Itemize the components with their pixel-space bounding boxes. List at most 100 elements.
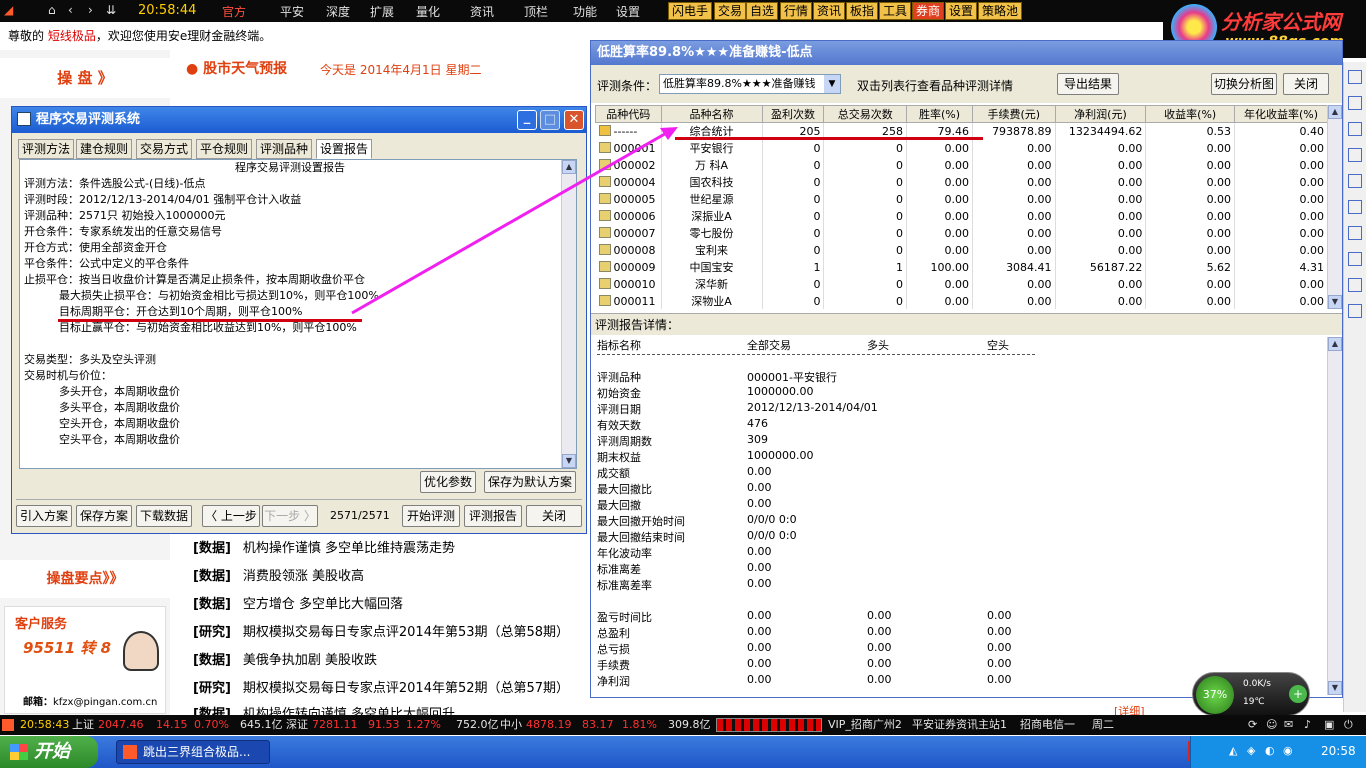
minimize-icon[interactable]: _ (517, 110, 537, 130)
taskbar-app-item[interactable]: 跳出三界组合极品... (116, 740, 270, 764)
menu-info[interactable]: 资讯 (470, 3, 494, 20)
tool-icon[interactable] (1348, 70, 1362, 84)
result-table[interactable]: 品种代码 品种名称 盈利次数 总交易次数 胜率(%) 手续费(元) 净利润(元)… (595, 105, 1328, 309)
menu-topbar[interactable]: 顶栏 (524, 3, 548, 20)
forward-icon[interactable]: › (88, 3, 93, 17)
export-button[interactable]: 导出结果 (1057, 73, 1119, 95)
news-item[interactable]: [数据] 空方增仓 多空单比大幅回落 (193, 593, 403, 612)
menu-extend[interactable]: 扩展 (370, 3, 394, 20)
col-total-trades[interactable]: 总交易次数 (823, 105, 908, 123)
tab-report-settings[interactable]: 设置报告 (316, 139, 373, 159)
save-scheme-button[interactable]: 保存方案 (76, 505, 132, 527)
result-titlebar[interactable]: 低胜算率89.8%★★★准备赚钱-低点 (591, 41, 1342, 65)
col-win-rate[interactable]: 胜率(%) (906, 105, 974, 123)
tool-icon[interactable] (1348, 200, 1362, 214)
menu-official[interactable]: 官方 (222, 3, 246, 20)
news-item[interactable]: [研究] 期权模拟交易每日专家点评2014年第52期（总第57期） (193, 677, 569, 696)
btn-watchlist[interactable]: 自选 (746, 2, 779, 20)
result-close-button[interactable]: 关闭 (1283, 73, 1329, 95)
report-scrollbar[interactable]: ▲ ▼ (561, 160, 576, 468)
btn-broker[interactable]: 券商 (912, 2, 945, 20)
tab-trade-mode[interactable]: 交易方式 (136, 139, 193, 159)
tool-icon[interactable] (1348, 122, 1362, 136)
news-item[interactable]: [数据] 美俄争执加剧 美股收跌 (193, 649, 377, 668)
tool-icon[interactable] (1348, 148, 1362, 162)
news-item[interactable]: [数据] 机构操作谨慎 多空单比维持震荡走势 (193, 537, 455, 556)
scroll-down-icon[interactable]: ▼ (562, 454, 576, 468)
col-net-profit[interactable]: 净利润(元) (1054, 105, 1147, 123)
news-item[interactable]: [研究] 期权模拟交易每日专家点评2014年第53期（总第58期） (193, 621, 569, 640)
btn-index[interactable]: 板指 (846, 2, 879, 20)
tab-eval-symbols[interactable]: 评测品种 (256, 139, 313, 159)
table-row[interactable]: 000006 深振业A 0 0 0.00 0.00 0.00 0.00 0.00 (595, 207, 1328, 225)
table-scrollbar[interactable]: ▲ ▼ (1327, 105, 1342, 309)
scroll-up-icon[interactable]: ▲ (1328, 337, 1342, 351)
tool-icon[interactable] (1348, 304, 1362, 318)
report-textarea[interactable]: 程序交易评测设置报告 评测方法：条件选股公式-(日线)-低点 评测时段：2012… (19, 159, 577, 469)
tray-input-icon[interactable]: ◉ (1283, 744, 1293, 757)
tool-icon[interactable] (1348, 278, 1362, 292)
chevron-down-icon[interactable]: ▼ (824, 75, 840, 93)
refresh-icon[interactable]: ⟳ (1248, 715, 1257, 735)
table-row[interactable]: 000004 国农科技 0 0 0.00 0.00 0.00 0.00 0.00 (595, 173, 1328, 191)
tab-close-rule[interactable]: 平仓规则 (196, 139, 253, 159)
system-monitor-widget[interactable]: 37% 0.0K/s 19℃ + (1192, 672, 1310, 716)
table-row[interactable]: 000008 宝利来 0 0 0.00 0.00 0.00 0.00 0.00 (595, 241, 1328, 259)
start-eval-button[interactable]: 开始评测 (402, 505, 460, 527)
table-row[interactable]: 000011 深物业A 0 0 0.00 0.00 0.00 0.00 0.00 (595, 292, 1328, 309)
switch-chart-button[interactable]: 切换分析图 (1211, 73, 1277, 95)
scroll-down-icon[interactable]: ▼ (1328, 295, 1342, 309)
exit-icon[interactable]: ⏻ (1344, 715, 1353, 735)
btn-strategy[interactable]: 策略池 (978, 2, 1023, 20)
app-logo-icon[interactable]: ◢ (4, 3, 13, 17)
panel-key-points[interactable]: 操盘要点》》 (0, 560, 170, 598)
menu-down-icon[interactable]: ⇊ (106, 3, 116, 17)
tray-volume-icon[interactable]: ◐ (1265, 744, 1275, 757)
btn-quote[interactable]: 行情 (780, 2, 813, 20)
tool-icon[interactable] (1348, 96, 1362, 110)
tab-open-rule[interactable]: 建仓规则 (76, 139, 133, 159)
detail-scrollbar[interactable]: ▲ ▼ (1327, 337, 1342, 695)
optimize-button[interactable]: 优化参数 (420, 471, 476, 493)
maximize-icon[interactable]: □ (540, 110, 560, 130)
download-data-button[interactable]: 下载数据 (136, 505, 192, 527)
save-default-button[interactable]: 保存为默认方案 (484, 471, 576, 493)
btn-trade[interactable]: 交易 (714, 2, 747, 20)
col-wins[interactable]: 盈利次数 (761, 105, 825, 123)
menu-settings[interactable]: 设置 (616, 3, 640, 20)
col-fee[interactable]: 手续费(元) (972, 105, 1056, 123)
back-icon[interactable]: ‹ (68, 3, 73, 17)
panel-trading[interactable]: 操 盘 》 (0, 58, 170, 98)
table-row[interactable]: 000005 世纪星源 0 0 0.00 0.00 0.00 0.00 0.00 (595, 190, 1328, 208)
btn-news[interactable]: 资讯 (813, 2, 846, 20)
menu-quant[interactable]: 量化 (416, 3, 440, 20)
plus-icon[interactable]: + (1289, 685, 1307, 703)
home-icon[interactable]: ⌂ (48, 3, 56, 17)
table-row[interactable]: 000010 深华新 0 0 0.00 0.00 0.00 0.00 0.00 (595, 275, 1328, 293)
btn-tools[interactable]: 工具 (879, 2, 912, 20)
close-button[interactable]: 关闭 (526, 505, 582, 527)
col-return[interactable]: 收益率(%) (1145, 105, 1236, 123)
col-name[interactable]: 品种名称 (660, 105, 763, 123)
btn-setup[interactable]: 设置 (945, 2, 978, 20)
tool-icon[interactable] (1348, 252, 1362, 266)
close-icon[interactable]: ✕ (564, 110, 584, 130)
lock-icon[interactable]: ▣ (1324, 715, 1334, 735)
mail-icon[interactable]: ✉ (1284, 715, 1293, 735)
menu-depth[interactable]: 深度 (326, 3, 350, 20)
scroll-down-icon[interactable]: ▼ (1328, 681, 1342, 695)
table-row[interactable]: 000001 平安银行 0 0 0.00 0.00 0.00 0.00 0.00 (595, 139, 1328, 157)
tray-network-icon[interactable]: ◈ (1247, 744, 1255, 757)
tool-icon[interactable] (1348, 226, 1362, 240)
tray-shield-icon[interactable]: ◭ (1229, 744, 1237, 757)
scroll-up-icon[interactable]: ▲ (562, 160, 576, 174)
next-step-button[interactable]: 下一步 〉 (262, 505, 318, 527)
menu-pingan[interactable]: 平安 (280, 3, 304, 20)
menu-function[interactable]: 功能 (573, 3, 597, 20)
col-code[interactable]: 品种代码 (595, 105, 662, 123)
eval-report-button[interactable]: 评测报告 (464, 505, 522, 527)
user-icon[interactable]: ☺ (1266, 715, 1277, 735)
trade-eval-titlebar[interactable]: 程序交易评测系统 _ □ ✕ (12, 107, 586, 133)
table-row[interactable]: 000009 中国宝安 1 1 100.00 3084.41 56187.22 5.62 4.3… (595, 258, 1328, 276)
import-scheme-button[interactable]: 引入方案 (16, 505, 72, 527)
